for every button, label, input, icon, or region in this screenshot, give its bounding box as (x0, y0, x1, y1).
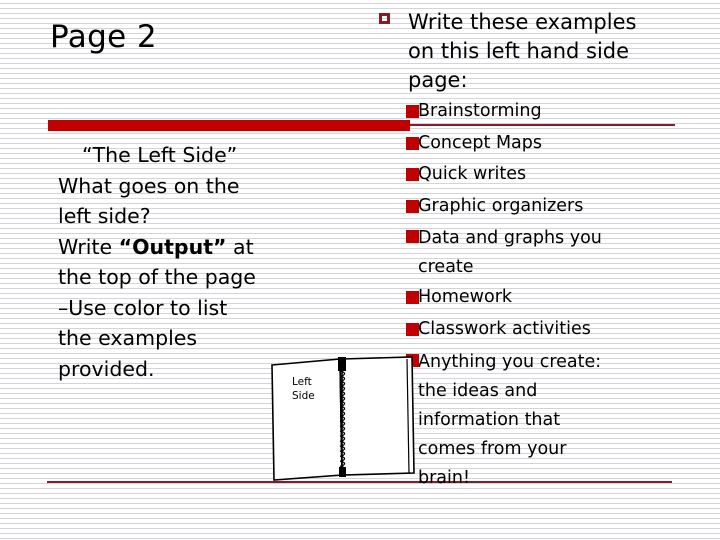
left-line-6: the examples (58, 326, 198, 350)
left-line-quote: “The Left Side” (82, 143, 238, 167)
list-item-label-cont: information that (418, 409, 561, 430)
list-item-label: Anything you create: (418, 351, 602, 372)
list-item-label: Data and graphs you (418, 228, 602, 249)
right-bullet-column: Write these examples on this left hand s… (376, 8, 706, 493)
hollow-square-bullet-icon (379, 13, 390, 24)
filled-square-bullet-icon (406, 136, 419, 150)
list-item-label: Brainstorming (418, 101, 542, 121)
list-item: Anything you create: the ideas and infor… (376, 346, 706, 493)
filled-square-bullet-icon (406, 168, 419, 182)
left-line-2: left side? (58, 204, 151, 228)
filled-square-bullet-icon (406, 291, 419, 305)
filled-square-bullet-icon (406, 105, 419, 118)
list-item: Data and graphs you create (376, 222, 706, 282)
notebook-label-line-2: Side (292, 390, 315, 402)
list-item-label-cont: brain! (418, 467, 470, 488)
list-item-label-cont: create (418, 257, 474, 278)
list-item: Concept Maps (376, 128, 706, 160)
accent-bar-thick (48, 120, 410, 131)
left-line-5: –Use color to list (58, 295, 228, 320)
left-line-1: What goes on the (58, 173, 240, 198)
list-item-label-cont: the ideas and (418, 380, 538, 401)
list-item: Homework (376, 282, 706, 314)
list-item: Quick writes (376, 159, 706, 191)
list-item-label: Quick writes (418, 164, 527, 185)
page-title: Page 2 (50, 19, 158, 55)
list-item-label: Homework (418, 287, 513, 308)
left-line-output-post: at (226, 234, 254, 259)
list-item-label: Classwork activities (418, 318, 591, 339)
left-line-4: the top of the page (58, 265, 256, 289)
filled-square-bullet-icon (406, 322, 419, 336)
right-heading-item: Write these examples on this left hand s… (376, 8, 706, 95)
filled-square-bullet-icon (406, 230, 419, 244)
left-line-output-pre: Write (58, 234, 119, 259)
list-item-label: Concept Maps (418, 132, 542, 153)
list-item-label-cont: comes from your (418, 438, 567, 459)
open-notebook-illustration: Left Side (270, 355, 418, 485)
left-line-output-bold: “Output” (118, 234, 227, 259)
right-heading-line-1: on this left hand side (408, 39, 630, 63)
filled-square-bullet-icon (406, 199, 419, 213)
left-line-output: Write “Output” at (58, 232, 358, 263)
right-heading-line-0: Write these examples (408, 10, 637, 34)
right-heading-line-2: page: (408, 68, 468, 92)
notebook-label-line-1: Left (292, 376, 312, 388)
slide-canvas: Page 2 “The Left Side” What goes on the … (0, 0, 720, 540)
list-item: Brainstorming (376, 96, 706, 128)
list-item: Classwork activities (376, 314, 706, 346)
list-item: Graphic organizers (376, 191, 706, 223)
notebook-label: Left Side (292, 375, 315, 403)
left-body-text: “The Left Side” What goes on the left si… (58, 140, 358, 384)
list-item-label: Graphic organizers (418, 195, 584, 216)
